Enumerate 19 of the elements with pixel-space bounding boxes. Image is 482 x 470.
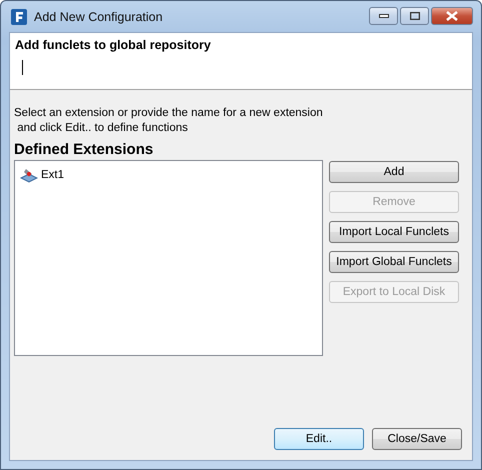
maximize-icon — [410, 12, 420, 20]
close-icon — [446, 11, 458, 21]
side-button[interactable]: Import Local Funclets — [329, 221, 459, 243]
window-title: Add New Configuration — [34, 10, 164, 24]
side-button[interactable]: Add — [329, 161, 459, 183]
close-button[interactable] — [431, 7, 473, 25]
instructions-text: Select an extension or provide the name for a new extension and click Edit.. to define functions — [14, 106, 324, 136]
minimize-button[interactable] — [369, 7, 398, 25]
header-title: Add funclets to global repository — [15, 38, 212, 52]
extensions-list[interactable]: Ext1 — [14, 160, 323, 356]
list-heading: Defined Extensions — [14, 141, 154, 158]
extension-item[interactable]: Ext1 — [18, 166, 66, 184]
side-button[interactable]: Import Global Funclets — [329, 251, 459, 273]
app-icon — [11, 8, 27, 24]
minimize-icon — [378, 14, 388, 18]
extension-icon — [20, 167, 38, 183]
edit-button[interactable]: Edit.. — [274, 428, 364, 450]
maximize-button[interactable] — [400, 7, 429, 25]
close-save-button[interactable]: Close/Save — [372, 428, 462, 450]
